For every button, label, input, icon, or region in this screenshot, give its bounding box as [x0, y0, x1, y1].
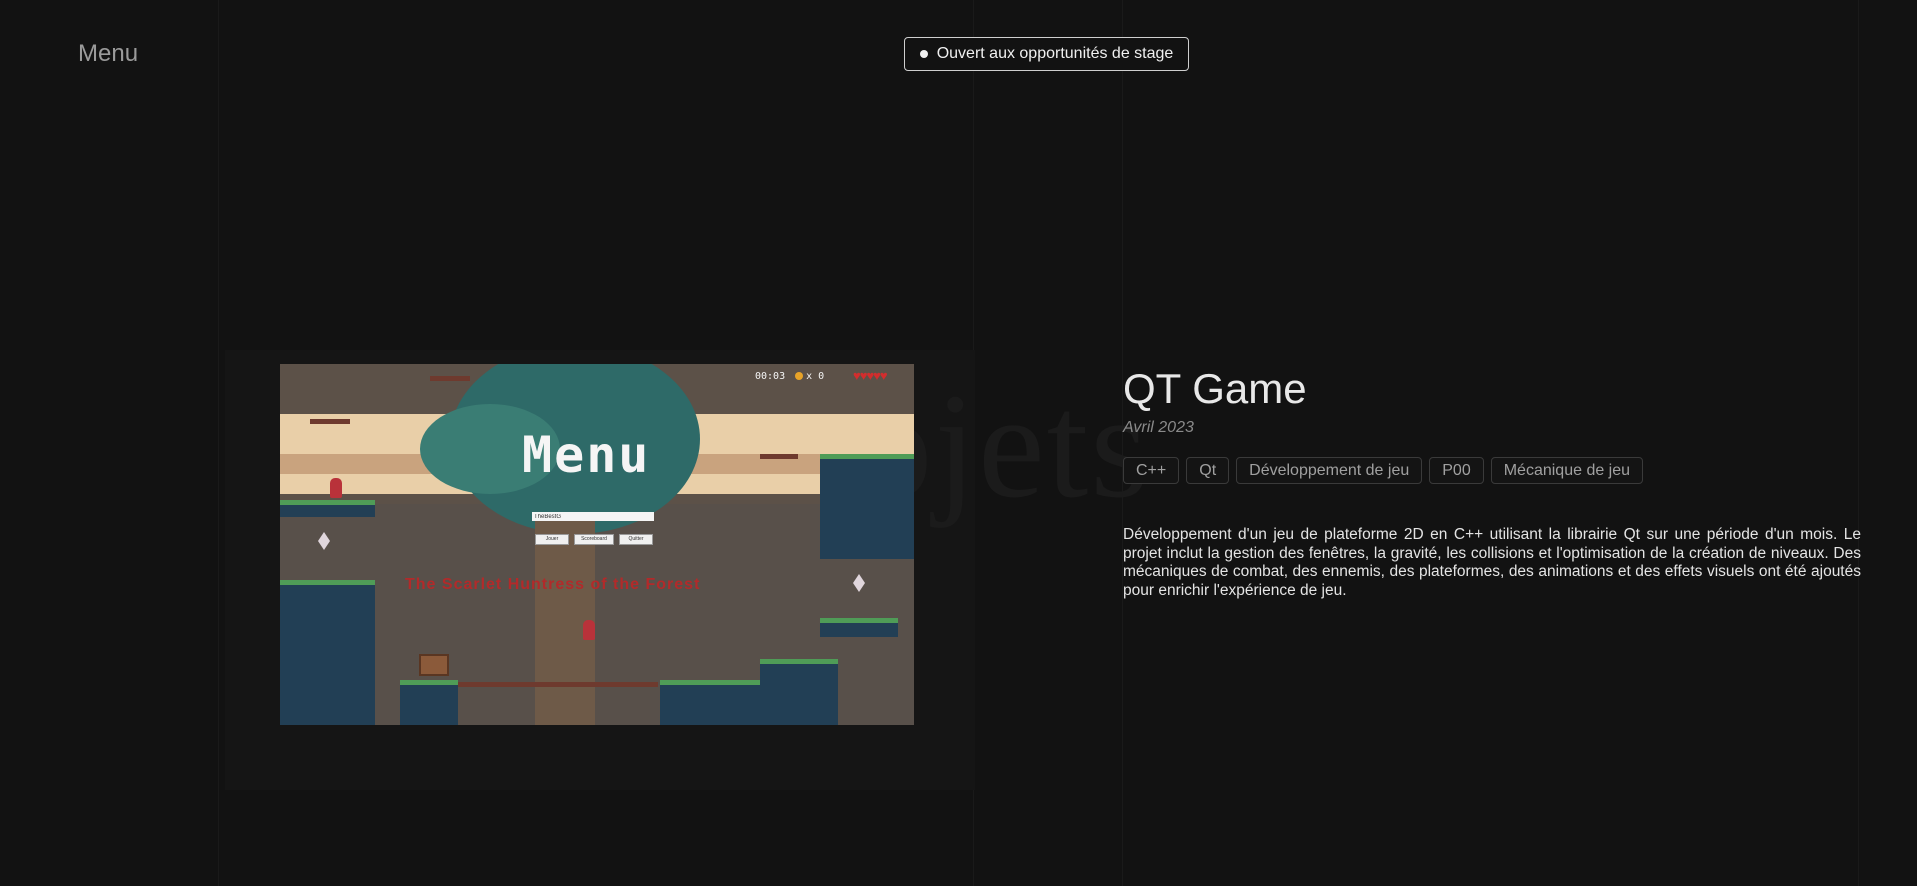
grid-line	[218, 0, 219, 886]
grid-line	[1858, 0, 1859, 886]
play-button: Jouer	[535, 534, 569, 545]
wood-ledge	[310, 419, 350, 424]
game-subtitle: The Scarlet Huntress of the Forest	[405, 576, 701, 593]
game-hud: 00:03 x 0	[755, 371, 824, 382]
platform	[280, 580, 375, 725]
player-character	[330, 478, 342, 498]
treasure-chest	[419, 654, 449, 676]
hud-timer: 00:03	[755, 371, 786, 382]
internship-status-badge: Ouvert aux opportunités de stage	[904, 37, 1189, 71]
tag-game-mechanics: Mécanique de jeu	[1490, 457, 1644, 484]
status-dot-icon	[919, 50, 928, 58]
badge-label: Ouvert aux opportunités de stage	[936, 45, 1174, 62]
project-title: QT Game	[1123, 365, 1307, 412]
tag-qt: Qt	[1186, 457, 1230, 484]
platform	[400, 680, 458, 725]
tag-cpp: C++	[1123, 457, 1180, 484]
platform	[760, 659, 838, 725]
platform	[820, 618, 898, 637]
hud-coins: x 0	[806, 371, 825, 382]
tag-poo: P00	[1429, 457, 1484, 484]
menu-link[interactable]: Menu	[78, 40, 138, 68]
enemy-character	[583, 620, 595, 640]
tag-game-dev: Développement de jeu	[1236, 457, 1423, 484]
platform	[280, 500, 375, 517]
wood-ledge	[760, 454, 798, 459]
platform	[820, 454, 914, 559]
scoreboard-button: Scoreboard	[574, 534, 614, 545]
platform	[660, 680, 760, 725]
quit-button: Quitter	[619, 534, 653, 545]
project-description: Développement d'un jeu de plateforme 2D …	[1123, 526, 1861, 599]
project-tags: C++ Qt Développement de jeu P00 Mécaniqu…	[1123, 457, 1644, 484]
wood-ledge	[430, 376, 470, 381]
hearts-icon: ♥♥♥♥♥	[853, 368, 888, 383]
player-name-field	[532, 512, 654, 521]
wood-bridge	[458, 682, 658, 687]
project-date: Avril 2023	[1123, 419, 1194, 436]
coin-icon	[795, 372, 804, 380]
project-screenshot: Menu Jouer Scoreboard Quitter The Scarle…	[280, 364, 914, 725]
game-menu-title: Menu	[522, 426, 651, 484]
